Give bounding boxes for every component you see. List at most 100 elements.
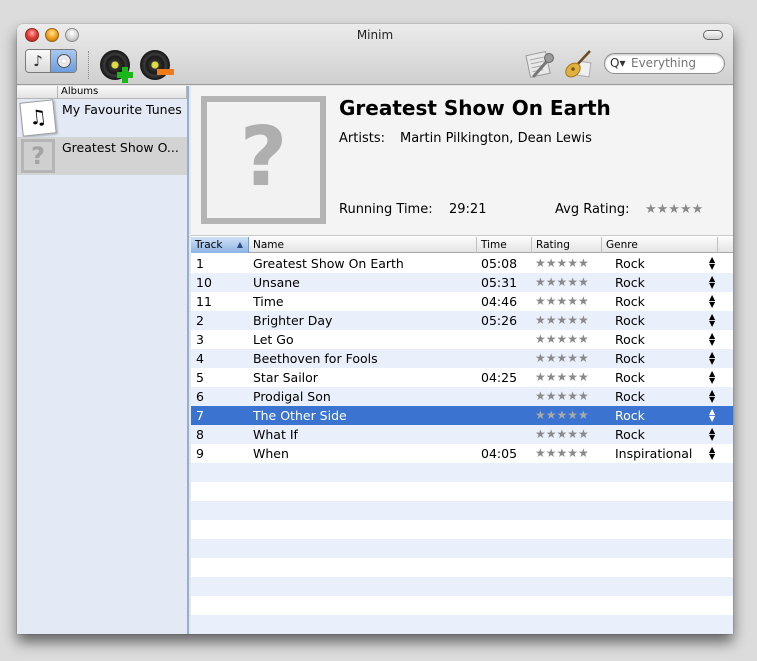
running-time-label: Running Time: xyxy=(339,202,433,217)
table-row[interactable]: 3 Let Go ★★★★★ Rock ▲ ▼ xyxy=(191,330,733,349)
table-row[interactable]: 11 Time 04:46 ★★★★★ Rock ▲ ▼ xyxy=(191,292,733,311)
genre-stepper-icon[interactable]: ▲ ▼ xyxy=(709,351,715,366)
track-number-cell: 1 xyxy=(196,256,204,271)
genre-cell: Inspirational xyxy=(615,446,693,461)
empty-row xyxy=(191,482,733,501)
rating-stars[interactable]: ★★★★★ xyxy=(535,425,589,444)
column-header-corner xyxy=(718,237,733,253)
track-name-cell: When xyxy=(253,446,289,461)
genre-stepper-icon[interactable]: ▲ ▼ xyxy=(709,370,715,385)
rating-stars[interactable]: ★★★★★ xyxy=(535,387,589,406)
rating-stars[interactable]: ★★★★★ xyxy=(535,330,589,349)
genre-cell: Rock xyxy=(615,313,645,328)
genre-stepper-icon[interactable]: ▲ ▼ xyxy=(709,446,715,461)
table-body: 1 Greatest Show On Earth 05:08 ★★★★★ Rock ▲ ▼… xyxy=(191,254,733,634)
track-number-cell: 8 xyxy=(196,427,204,442)
albums-column-header[interactable]: Albums xyxy=(17,86,187,99)
track-number-cell: 10 xyxy=(196,275,212,290)
guitar-icon xyxy=(565,50,592,78)
rating-stars[interactable]: ★★★★★ xyxy=(535,292,589,311)
table-row[interactable]: 7 The Other Side ★★★★★ Rock ▲ ▼ xyxy=(191,406,733,425)
title-bar: Minim ♪ Q▾ Everything xyxy=(17,24,733,85)
track-name-cell: Time xyxy=(253,294,284,309)
genre-stepper-icon[interactable]: ▲ ▼ xyxy=(709,275,715,290)
column-label: Time xyxy=(481,239,507,251)
track-number-cell: 3 xyxy=(196,332,204,347)
track-name-cell: Star Sailor xyxy=(253,370,318,385)
column-header-track[interactable]: Track ▲ xyxy=(191,237,249,253)
empty-row xyxy=(191,577,733,596)
genre-stepper-icon[interactable]: ▲ ▼ xyxy=(709,408,715,423)
table-row[interactable]: 1 Greatest Show On Earth 05:08 ★★★★★ Rock ▲ ▼ xyxy=(191,254,733,273)
table-row[interactable]: 8 What If ★★★★★ Rock ▲ ▼ xyxy=(191,425,733,444)
track-number-cell: 7 xyxy=(196,408,204,423)
thumb-column-header xyxy=(17,86,58,99)
album-info-panel: ? Greatest Show On Earth Artists: Martin… xyxy=(191,86,733,236)
track-time-cell: 05:26 xyxy=(481,313,518,328)
column-header-name[interactable]: Name xyxy=(249,237,477,253)
toolbar-toggle-button[interactable] xyxy=(703,30,723,40)
column-header-genre[interactable]: Genre xyxy=(602,237,718,253)
genre-stepper-icon[interactable]: ▲ ▼ xyxy=(709,256,715,271)
rating-stars[interactable]: ★★★★★ xyxy=(535,406,589,425)
search-input[interactable] xyxy=(631,56,721,70)
table-row[interactable]: 6 Prodigal Son ★★★★★ Rock ▲ ▼ xyxy=(191,387,733,406)
app-window: Minim ♪ Q▾ Everything Albums ♫ My Favour… xyxy=(17,24,733,634)
add-album-button[interactable] xyxy=(100,50,133,83)
track-time-cell: 04:25 xyxy=(481,370,518,385)
genres-button[interactable] xyxy=(562,48,594,80)
genre-cell: Rock xyxy=(615,351,645,366)
track-name-cell: What If xyxy=(253,427,298,442)
table-row[interactable]: 2 Brighter Day 05:26 ★★★★★ Rock ▲ ▼ xyxy=(191,311,733,330)
rating-stars[interactable]: ★★★★★ xyxy=(535,273,589,292)
column-header-rating[interactable]: Rating xyxy=(532,237,602,253)
rating-stars[interactable]: ★★★★★ xyxy=(535,444,589,463)
track-name-cell: Greatest Show On Earth xyxy=(253,256,404,271)
table-row[interactable]: 9 When 04:05 ★★★★★ Inspirational ▲ ▼ xyxy=(191,444,733,463)
column-header-time[interactable]: Time xyxy=(477,237,532,253)
table-row[interactable]: 10 Unsane 05:31 ★★★★★ Rock ▲ ▼ xyxy=(191,273,733,292)
table-row[interactable]: 4 Beethoven for Fools ★★★★★ Rock ▲ ▼ xyxy=(191,349,733,368)
track-time-cell: 04:05 xyxy=(481,446,518,461)
genre-stepper-icon[interactable]: ▲ ▼ xyxy=(709,294,715,309)
remove-album-button[interactable] xyxy=(140,50,174,80)
toolbar-separator xyxy=(88,51,89,79)
songs-view-button[interactable]: ♪ xyxy=(26,50,51,72)
search-icon[interactable]: Q▾ xyxy=(610,56,625,70)
albums-view-button[interactable] xyxy=(51,50,76,72)
album-item-greatest-show[interactable]: ? Greatest Show O... xyxy=(17,137,187,175)
rating-stars[interactable]: ★★★★★ xyxy=(535,254,589,273)
track-number-cell: 9 xyxy=(196,446,204,461)
search-field[interactable]: Q▾ xyxy=(604,53,725,74)
column-label: Track xyxy=(195,239,223,251)
rating-stars[interactable]: ★★★★★ xyxy=(535,311,589,330)
genre-stepper-icon[interactable]: ▲ ▼ xyxy=(709,389,715,404)
album-title: Greatest Show On Earth xyxy=(339,96,611,120)
column-label: Genre xyxy=(606,239,638,251)
album-item-my-favourite-tunes[interactable]: ♫ My Favourite Tunes xyxy=(17,99,187,137)
remove-record-icon xyxy=(157,69,174,75)
sheet-music-icon: ♫ xyxy=(19,99,57,137)
track-time-cell: 05:08 xyxy=(481,256,518,271)
artists-button[interactable] xyxy=(524,48,556,80)
track-number-cell: 2 xyxy=(196,313,204,328)
genre-stepper-icon[interactable]: ▲ ▼ xyxy=(709,332,715,347)
add-record-icon xyxy=(117,67,133,83)
track-name-cell: Let Go xyxy=(253,332,294,347)
table-row[interactable]: 5 Star Sailor 04:25 ★★★★★ Rock ▲ ▼ xyxy=(191,368,733,387)
column-label: Name xyxy=(253,239,284,251)
genre-stepper-icon[interactable]: ▲ ▼ xyxy=(709,313,715,328)
rating-stars[interactable]: ★★★★★ xyxy=(535,368,589,387)
rating-stars[interactable]: ★★★★★ xyxy=(535,349,589,368)
view-segmented-control: ♪ xyxy=(25,49,77,73)
tracks-table: Track ▲ Name Time Rating Genre 1 Greatest… xyxy=(191,237,733,634)
column-label: Rating xyxy=(536,239,570,251)
album-artwork[interactable]: ? xyxy=(201,96,326,224)
music-note-icon: ♪ xyxy=(33,52,43,70)
microphone-lyrics-icon xyxy=(525,50,554,78)
track-number-cell: 5 xyxy=(196,370,204,385)
empty-row xyxy=(191,539,733,558)
empty-row xyxy=(191,463,733,482)
track-number-cell: 11 xyxy=(196,294,212,309)
genre-stepper-icon[interactable]: ▲ ▼ xyxy=(709,427,715,442)
